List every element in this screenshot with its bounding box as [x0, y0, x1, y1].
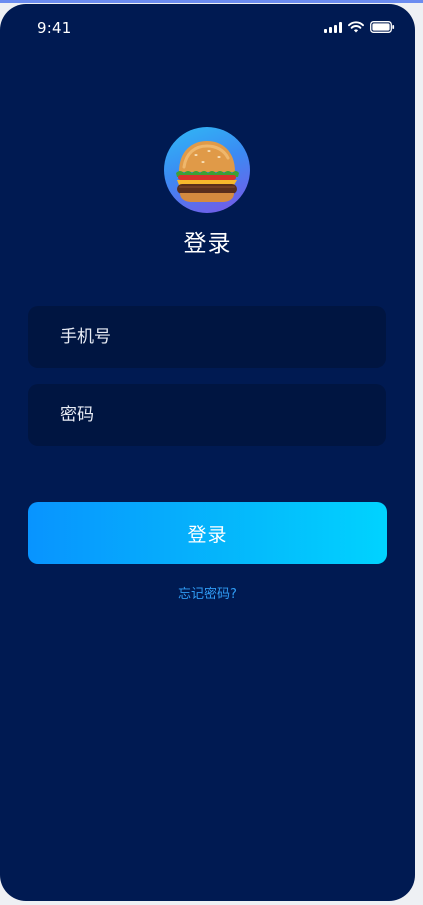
phone-input[interactable]	[60, 327, 386, 347]
page-title: 登录	[183, 231, 232, 257]
password-input[interactable]	[60, 405, 386, 425]
forgot-password-link[interactable]: 忘记密码?	[0, 583, 415, 602]
password-field[interactable]	[28, 384, 386, 446]
wifi-icon	[348, 21, 364, 33]
phone-field[interactable]	[28, 306, 386, 368]
cellular-signal-icon	[324, 21, 342, 33]
burger-icon	[176, 141, 239, 202]
avatar	[164, 127, 250, 213]
status-time: 9:41	[37, 19, 72, 37]
login-button[interactable]: 登录	[28, 502, 387, 564]
login-screen: 9:41 登录 手机号 登录 忘记密码?	[0, 4, 415, 901]
status-icons	[324, 20, 395, 34]
top-accent-line	[0, 0, 423, 3]
battery-icon	[370, 21, 395, 33]
